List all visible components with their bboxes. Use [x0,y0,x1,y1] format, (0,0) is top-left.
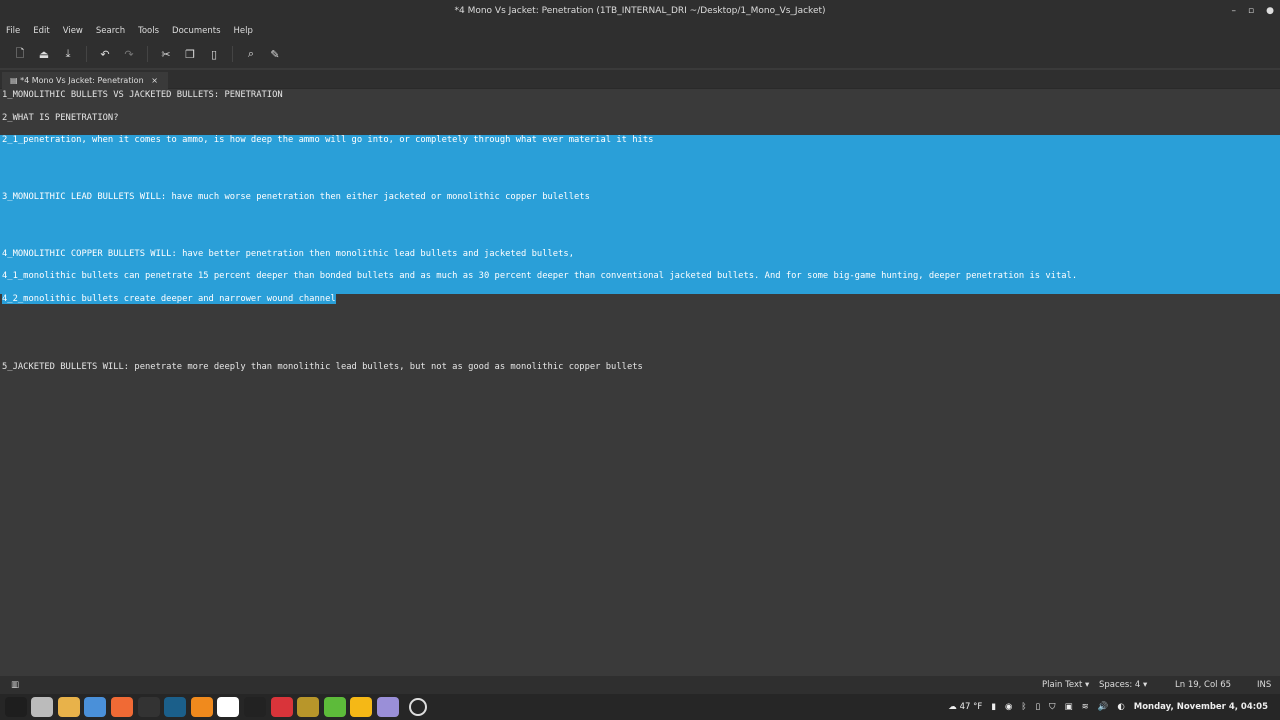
tab-label: *4 Mono Vs Jacket: Penetration [20,76,144,85]
taskbar-app-install[interactable] [350,697,373,717]
editor-line[interactable]: 2_1_penetration, when it comes to ammo, … [0,135,1280,147]
editor-line[interactable] [0,237,1280,249]
taskbar-app-simplenote[interactable] [31,697,54,717]
taskbar-app-vlc-like-player[interactable] [190,697,213,717]
maximize-button[interactable]: ▫ [1248,0,1254,22]
editor-line[interactable]: 4_MONOLITHIC COPPER BULLETS WILL: have b… [0,248,1280,260]
menu-edit[interactable]: Edit [33,22,49,40]
editor-line[interactable]: 4_1_monolithic bullets can penetrate 15 … [0,271,1280,283]
menu-help[interactable]: Help [234,22,253,40]
editor-line[interactable] [0,305,1280,316]
menu-file[interactable]: File [6,22,20,40]
taskbar: ☁ 47 °F ▮ ◉ ᛒ ▯ ⛉ ▣ ≋ 🔊 ◐ Monday, Novemb… [0,694,1280,720]
editor-line[interactable] [0,157,1280,170]
taskbar-app-text-editor[interactable] [376,697,399,717]
language-label: Plain Text [1042,680,1083,690]
system-tray: ☁ 47 °F ▮ ◉ ᛒ ▯ ⛉ ▣ ≋ 🔊 ◐ Monday, Novemb… [948,694,1268,720]
paste-icon[interactable]: ▯ [202,48,226,61]
cut-icon[interactable]: ✂ [154,48,178,61]
taskbar-app-vc[interactable] [217,697,240,717]
cursor-position: Ln 19, Col 65 [1175,680,1232,690]
taskbar-app-obs[interactable] [137,697,160,717]
editor-line[interactable] [0,214,1280,226]
window-title: *4 Mono Vs Jacket: Penetration (1TB_INTE… [454,6,826,16]
replace-icon[interactable]: ✎ [263,48,287,61]
volume-icon[interactable]: 🔊 [1098,702,1109,712]
clock[interactable]: Monday, November 4, 04:05 [1134,702,1268,712]
menu-search[interactable]: Search [96,22,125,40]
panel-toggle-icon[interactable]: ▥ [11,676,19,694]
editor-line[interactable]: 2_WHAT IS PENETRATION? [0,113,1280,124]
menu-tools[interactable]: Tools [138,22,159,40]
tab-close-icon[interactable]: × [151,76,158,85]
trash-icon[interactable]: ▮ [991,702,996,712]
minimize-button[interactable]: – [1232,0,1237,22]
taskbar-app-firefox[interactable] [110,697,133,717]
editor-line[interactable]: 5_JACKETED BULLETS WILL: penetrate more … [0,362,1280,373]
editor-line[interactable] [0,282,1280,294]
text-editor[interactable]: 1_MONOLITHIC BULLETS VS JACKETED BULLETS… [0,90,1280,674]
notes-icon[interactable]: ▣ [1065,702,1073,712]
status-bar: ▥ Plain Text ▾ Spaces: 4 ▾ Ln 19, Col 65… [0,676,1280,694]
editor-line[interactable] [0,101,1280,112]
language-selector[interactable]: Plain Text ▾ [1042,676,1089,694]
tab-bar: ▤ *4 Mono Vs Jacket: Penetration × [0,70,1280,89]
editor-line[interactable]: 1_MONOLITHIC BULLETS VS JACKETED BULLETS… [0,90,1280,101]
shield-icon[interactable]: ⛉ [1049,702,1055,712]
spaces-selector[interactable]: Spaces: 4 ▾ [1099,676,1147,694]
clipboard-icon[interactable]: ▯ [1035,702,1040,712]
taskbar-app-chrome[interactable] [84,697,107,717]
editor-line[interactable] [0,339,1280,350]
title-bar: *4 Mono Vs Jacket: Penetration (1TB_INTE… [0,0,1280,22]
menu-documents[interactable]: Documents [172,22,220,40]
taskbar-app-terminal[interactable] [4,697,27,717]
taskbar-app-mint-menu[interactable] [408,698,427,716]
obs-tray-icon[interactable]: ◉ [1005,702,1012,712]
insert-mode: INS [1257,680,1272,690]
editor-line[interactable] [0,146,1280,158]
wifi-icon[interactable]: ≋ [1082,702,1089,712]
taskbar-app-keys[interactable] [323,697,346,717]
spaces-label: Spaces: 4 [1099,680,1141,690]
taskbar-app-clapper[interactable] [243,697,266,717]
undo-icon[interactable]: ↶ [93,48,117,61]
weather[interactable]: ☁ 47 °F [948,702,982,712]
bluetooth-icon[interactable]: ᛒ [1021,702,1026,712]
editor-line[interactable] [0,259,1280,272]
editor-line[interactable] [0,317,1280,328]
taskbar-app-steam[interactable] [164,697,187,717]
editor-line[interactable] [0,180,1280,192]
editor-line[interactable]: 3_MONOLITHIC LEAD BULLETS WILL: have muc… [0,191,1280,204]
document-icon: ▤ [10,76,21,85]
search-icon[interactable]: ⌕ [239,47,263,61]
redo-icon[interactable]: ↷ [117,48,141,61]
tab-document[interactable]: ▤ *4 Mono Vs Jacket: Penetration × [2,72,168,89]
taskbar-app-ardour[interactable] [270,697,293,717]
weather-label: 47 °F [959,702,983,712]
new-document-icon[interactable]: 🗋 [8,45,32,64]
save-icon[interactable]: ⤓ [56,47,80,61]
open-icon[interactable]: ⏏ [32,48,56,61]
editor-line[interactable] [0,203,1280,215]
editor-line[interactable]: 4_2_monolithic bullets create deeper and… [0,293,1280,305]
menu-view[interactable]: View [63,22,83,40]
editor-line[interactable] [0,169,1280,181]
taskbar-app-files[interactable] [57,697,80,717]
menu-bar: File Edit View Search Tools Documents He… [0,22,1280,40]
taskbar-app-recycle[interactable] [297,697,320,717]
editor-line[interactable] [0,351,1280,362]
user-icon[interactable]: ◐ [1117,702,1124,712]
editor-line[interactable] [0,328,1280,339]
close-button[interactable]: ● [1266,0,1274,22]
toolbar: 🗋 ⏏ ⤓ ↶ ↷ ✂ ❐ ▯ ⌕ ✎ [0,40,1280,68]
editor-line[interactable] [0,225,1280,238]
editor-line[interactable] [0,124,1280,135]
copy-icon[interactable]: ❐ [178,48,202,61]
